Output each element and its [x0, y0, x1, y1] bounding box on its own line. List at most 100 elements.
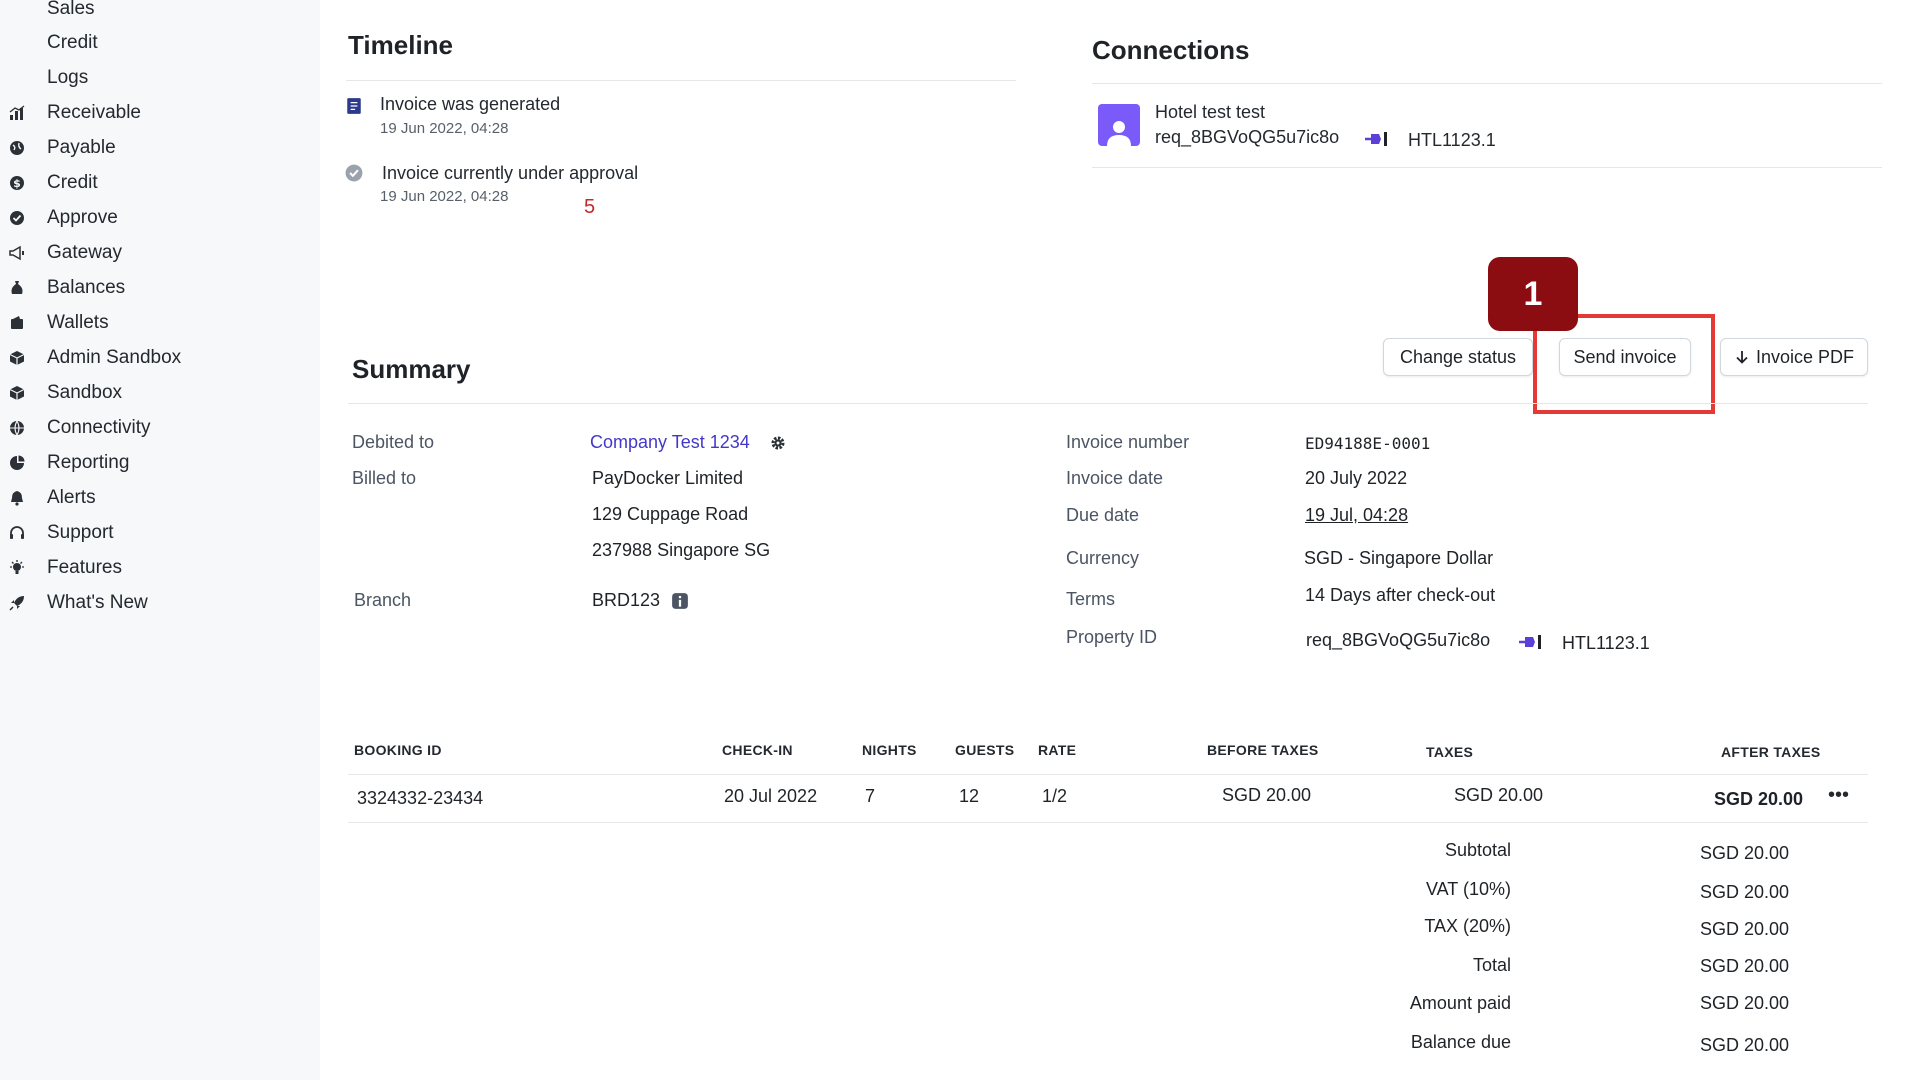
divider — [346, 80, 1016, 81]
divider — [1092, 167, 1882, 168]
wallet-icon — [8, 314, 26, 332]
sidebar-item-label: Sandbox — [47, 382, 123, 403]
sidebar-item-label: Admin Sandbox — [47, 347, 182, 368]
svg-text:$: $ — [13, 177, 21, 190]
invoice-pdf-label: Invoice PDF — [1755, 346, 1855, 367]
sidebar-item-reporting[interactable]: Reporting — [0, 448, 320, 478]
sidebar-item-admin-sandbox[interactable]: Admin Sandbox — [0, 343, 320, 373]
balance-due-label: Balance due — [1410, 1032, 1511, 1052]
sidebar-item-label: Credit — [47, 172, 98, 193]
sidebar-item-support[interactable]: Support — [0, 518, 320, 548]
divider — [348, 822, 1868, 823]
globe-icon — [8, 139, 26, 157]
sidebar-item-label: Connectivity — [47, 417, 151, 438]
vat-label: VAT (10%) — [1425, 879, 1511, 899]
currency-value: SGD - Singapore Dollar — [1304, 548, 1494, 568]
download-icon — [1736, 351, 1748, 364]
sidebar-item-label: Features — [47, 557, 122, 578]
sidebar-item-label: Payable — [47, 137, 116, 158]
gear-icon[interactable] — [769, 434, 787, 452]
timeline-event-text: Invoice was generated — [380, 94, 561, 114]
sidebar-item-label: Receivable — [47, 102, 141, 123]
cell-before-taxes: SGD 20.00 — [1222, 785, 1312, 805]
bulb-icon — [8, 559, 26, 577]
sidebar-item-label: Credit — [47, 32, 98, 53]
sidebar-item-logs[interactable]: Logs — [0, 63, 320, 93]
total-label: Total — [1472, 955, 1511, 975]
debited-to-label: Debited to — [352, 432, 435, 452]
money-bag-icon — [8, 279, 26, 297]
sidebar-item-label: Wallets — [47, 312, 109, 333]
invoice-pdf-button[interactable]: Invoice PDF — [1720, 338, 1868, 376]
sidebar-item-connectivity[interactable]: Connectivity — [0, 413, 320, 443]
billed-to-line: 237988 Singapore SG — [592, 540, 771, 560]
cube-icon — [8, 349, 26, 367]
due-date-label: Due date — [1066, 505, 1140, 525]
col-header-booking-id: BOOKING ID — [354, 742, 442, 758]
sidebar: Sales Credit Logs Receivable Payable $ C… — [0, 0, 320, 1080]
connections-title: Connections — [1092, 35, 1250, 65]
sidebar-item-label: Gateway — [47, 242, 122, 263]
invoice-number-value: ED94188E-0001 — [1305, 434, 1431, 453]
sidebar-item-features[interactable]: Features — [0, 553, 320, 583]
sidebar-item-balances[interactable]: Balances — [0, 273, 320, 303]
sidebar-item-receivable[interactable]: Receivable — [0, 98, 320, 128]
connection-code: HTL1123.1 — [1408, 130, 1496, 150]
sidebar-item-label: Support — [47, 522, 114, 543]
megaphone-icon — [8, 244, 26, 262]
document-icon — [347, 98, 361, 114]
due-date-value[interactable]: 19 Jul, 04:28 — [1305, 505, 1408, 526]
more-icon[interactable]: ••• — [1828, 784, 1849, 807]
headset-icon — [8, 524, 26, 542]
sidebar-item-label: Approve — [47, 207, 118, 228]
bell-icon — [8, 489, 26, 507]
sidebar-item-label: Balances — [47, 277, 126, 298]
total-value: SGD 20.00 — [1699, 956, 1789, 976]
subtotal-value: SGD 20.00 — [1699, 843, 1789, 863]
sidebar-item-approve[interactable]: Approve — [0, 203, 320, 233]
cell-booking-id: 3324332-23434 — [357, 788, 484, 808]
col-header-nights: NIGHTS — [862, 742, 917, 758]
sidebar-item-wallets[interactable]: Wallets — [0, 308, 320, 338]
cell-taxes: SGD 20.00 — [1454, 785, 1544, 805]
sidebar-item-sandbox[interactable]: Sandbox — [0, 378, 320, 408]
plug-icon — [1365, 132, 1387, 146]
billed-to-label: Billed to — [352, 468, 417, 488]
sidebar-item-sales[interactable]: Sales — [0, 0, 320, 24]
cell-nights: 7 — [865, 786, 876, 806]
tax-value: SGD 20.00 — [1699, 919, 1789, 939]
cell-after-taxes: SGD 20.00 — [1714, 789, 1804, 809]
sidebar-item-whats-new[interactable]: What's New — [0, 588, 320, 618]
amount-paid-value: SGD 20.00 — [1699, 993, 1789, 1013]
check-circle-icon — [8, 209, 26, 227]
timeline-event-text: Invoice currently under approval — [382, 163, 639, 183]
timeline-event-time: 19 Jun 2022, 04:28 — [380, 188, 509, 205]
check-circle-icon — [345, 164, 363, 182]
sidebar-item-credit-2[interactable]: $ Credit — [0, 168, 320, 198]
sidebar-item-credit[interactable]: Credit — [0, 28, 320, 58]
col-header-rate: RATE — [1038, 742, 1077, 758]
sidebar-item-payable[interactable]: Payable — [0, 133, 320, 163]
sidebar-item-gateway[interactable]: Gateway — [0, 238, 320, 268]
sidebar-item-label: Logs — [47, 67, 89, 88]
debited-to-link[interactable]: Company Test 1234 — [590, 432, 750, 453]
balance-due-value: SGD 20.00 — [1699, 1035, 1789, 1055]
user-icon — [1107, 121, 1131, 146]
connection-name: Hotel test test — [1155, 102, 1266, 122]
vat-value: SGD 20.00 — [1699, 882, 1789, 902]
change-status-button[interactable]: Change status — [1383, 338, 1533, 376]
dollar-icon: $ — [8, 174, 26, 192]
col-header-check-in: CHECK-IN — [722, 742, 793, 758]
timeline-step-number: 5 — [584, 196, 596, 218]
invoice-date-value: 20 July 2022 — [1305, 468, 1408, 488]
invoice-number-label: Invoice number — [1066, 432, 1190, 452]
sidebar-item-alerts[interactable]: Alerts — [0, 483, 320, 513]
connection-ref: req_8BGVoQG5u7ic8o — [1155, 127, 1340, 147]
terms-value: 14 Days after check-out — [1305, 585, 1496, 605]
property-id-code: HTL1123.1 — [1562, 633, 1650, 653]
invoice-date-label: Invoice date — [1066, 468, 1164, 488]
branch-label: Branch — [354, 590, 412, 610]
col-header-after-taxes: AFTER TAXES — [1721, 744, 1821, 760]
info-icon[interactable] — [671, 592, 689, 610]
divider — [1092, 83, 1882, 84]
